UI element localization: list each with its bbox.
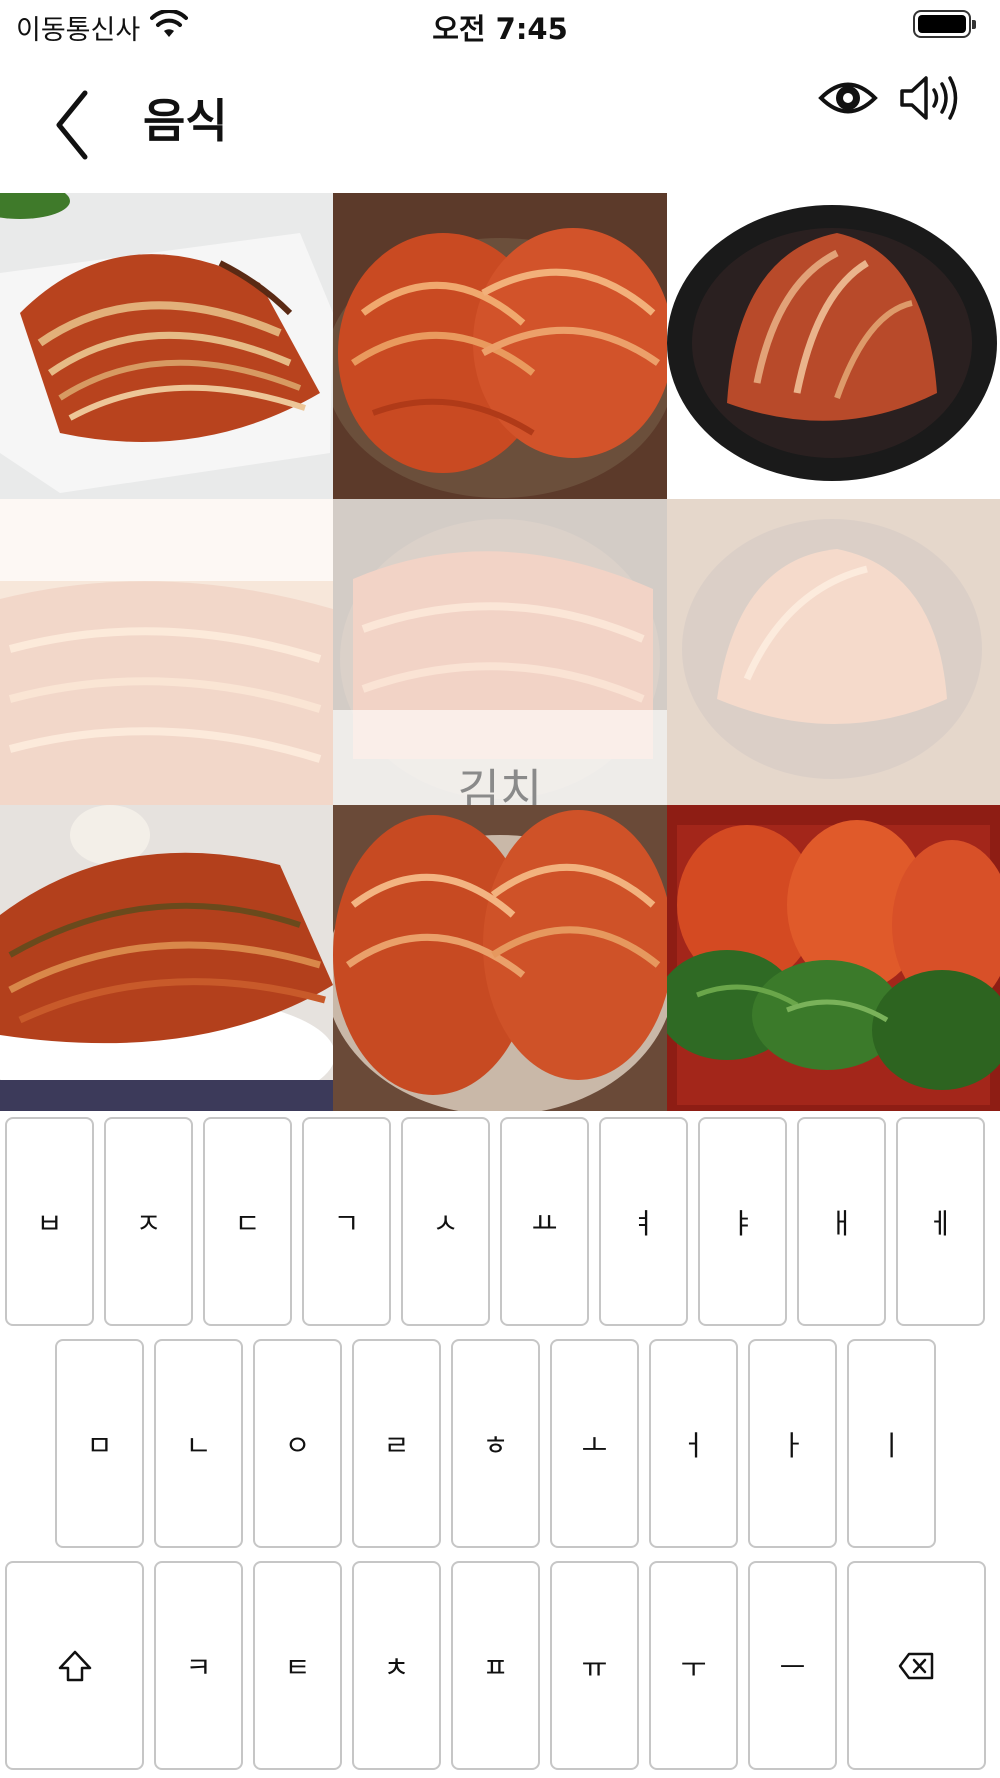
kimchi-photo: [333, 805, 667, 1111]
eye-icon: [818, 82, 878, 114]
kimchi-photo: [667, 499, 1000, 805]
key[interactable]: ㅡ: [748, 1561, 837, 1770]
key[interactable]: ㅣ: [847, 1339, 936, 1548]
kimchi-photo: [0, 193, 333, 499]
key[interactable]: ㅔ: [896, 1117, 985, 1326]
key[interactable]: ㅈ: [104, 1117, 193, 1326]
clock: 오전 7:45: [432, 12, 568, 46]
show-hint-button[interactable]: [818, 75, 878, 121]
key[interactable]: ㅠ: [550, 1561, 639, 1770]
key[interactable]: ㄴ: [154, 1339, 243, 1548]
key[interactable]: ㅇ: [253, 1339, 342, 1548]
play-sound-button[interactable]: [898, 73, 962, 123]
key[interactable]: ㄷ: [203, 1117, 292, 1326]
key[interactable]: ㄹ: [352, 1339, 441, 1548]
key[interactable]: ㅋ: [154, 1561, 243, 1770]
kimchi-photo: [333, 193, 667, 499]
shift-icon: [58, 1650, 91, 1681]
key[interactable]: ㅅ: [401, 1117, 490, 1326]
key[interactable]: ㅗ: [550, 1339, 639, 1548]
key[interactable]: ㅁ: [55, 1339, 144, 1548]
kimchi-photo: [0, 805, 333, 1111]
keyboard: ㅂ ㅈ ㄷ ㄱ ㅅ ㅛ ㅕ ㅑ ㅐ ㅔ ㅁ ㄴ ㅇ ㄹ ㅎ ㅗ ㅓ ㅏ ㅣ ㅋ …: [0, 1111, 1000, 1778]
key[interactable]: ㅐ: [797, 1117, 886, 1326]
backspace-icon: [898, 1652, 933, 1679]
chevron-left-icon: [56, 90, 88, 160]
page-title: 음식: [143, 94, 228, 148]
nav-bar: 음식: [0, 55, 1000, 185]
key[interactable]: ㅛ: [500, 1117, 589, 1326]
key[interactable]: ㅍ: [451, 1561, 540, 1770]
battery-icon: [913, 10, 976, 38]
shift-key[interactable]: [5, 1561, 144, 1770]
key[interactable]: ㅑ: [698, 1117, 787, 1326]
key[interactable]: ㅂ: [5, 1117, 94, 1326]
key[interactable]: ㅎ: [451, 1339, 540, 1548]
back-button[interactable]: [45, 85, 105, 165]
kimchi-photo: [0, 499, 333, 805]
photo-grid: 김치 김ㅊ: [0, 193, 1000, 1111]
backspace-key[interactable]: [847, 1561, 986, 1770]
key[interactable]: ㅕ: [599, 1117, 688, 1326]
status-bar: 이동통신사 오전 7:45: [0, 0, 1000, 50]
key[interactable]: ㄱ: [302, 1117, 391, 1326]
key[interactable]: ㅏ: [748, 1339, 837, 1548]
key[interactable]: ㅓ: [649, 1339, 738, 1548]
key[interactable]: ㅜ: [649, 1561, 738, 1770]
key[interactable]: ㅌ: [253, 1561, 342, 1770]
speaker-icon: [900, 76, 958, 120]
key[interactable]: ㅊ: [352, 1561, 441, 1770]
kimchi-photo: [667, 805, 1000, 1111]
kimchi-photo: [667, 193, 1000, 499]
